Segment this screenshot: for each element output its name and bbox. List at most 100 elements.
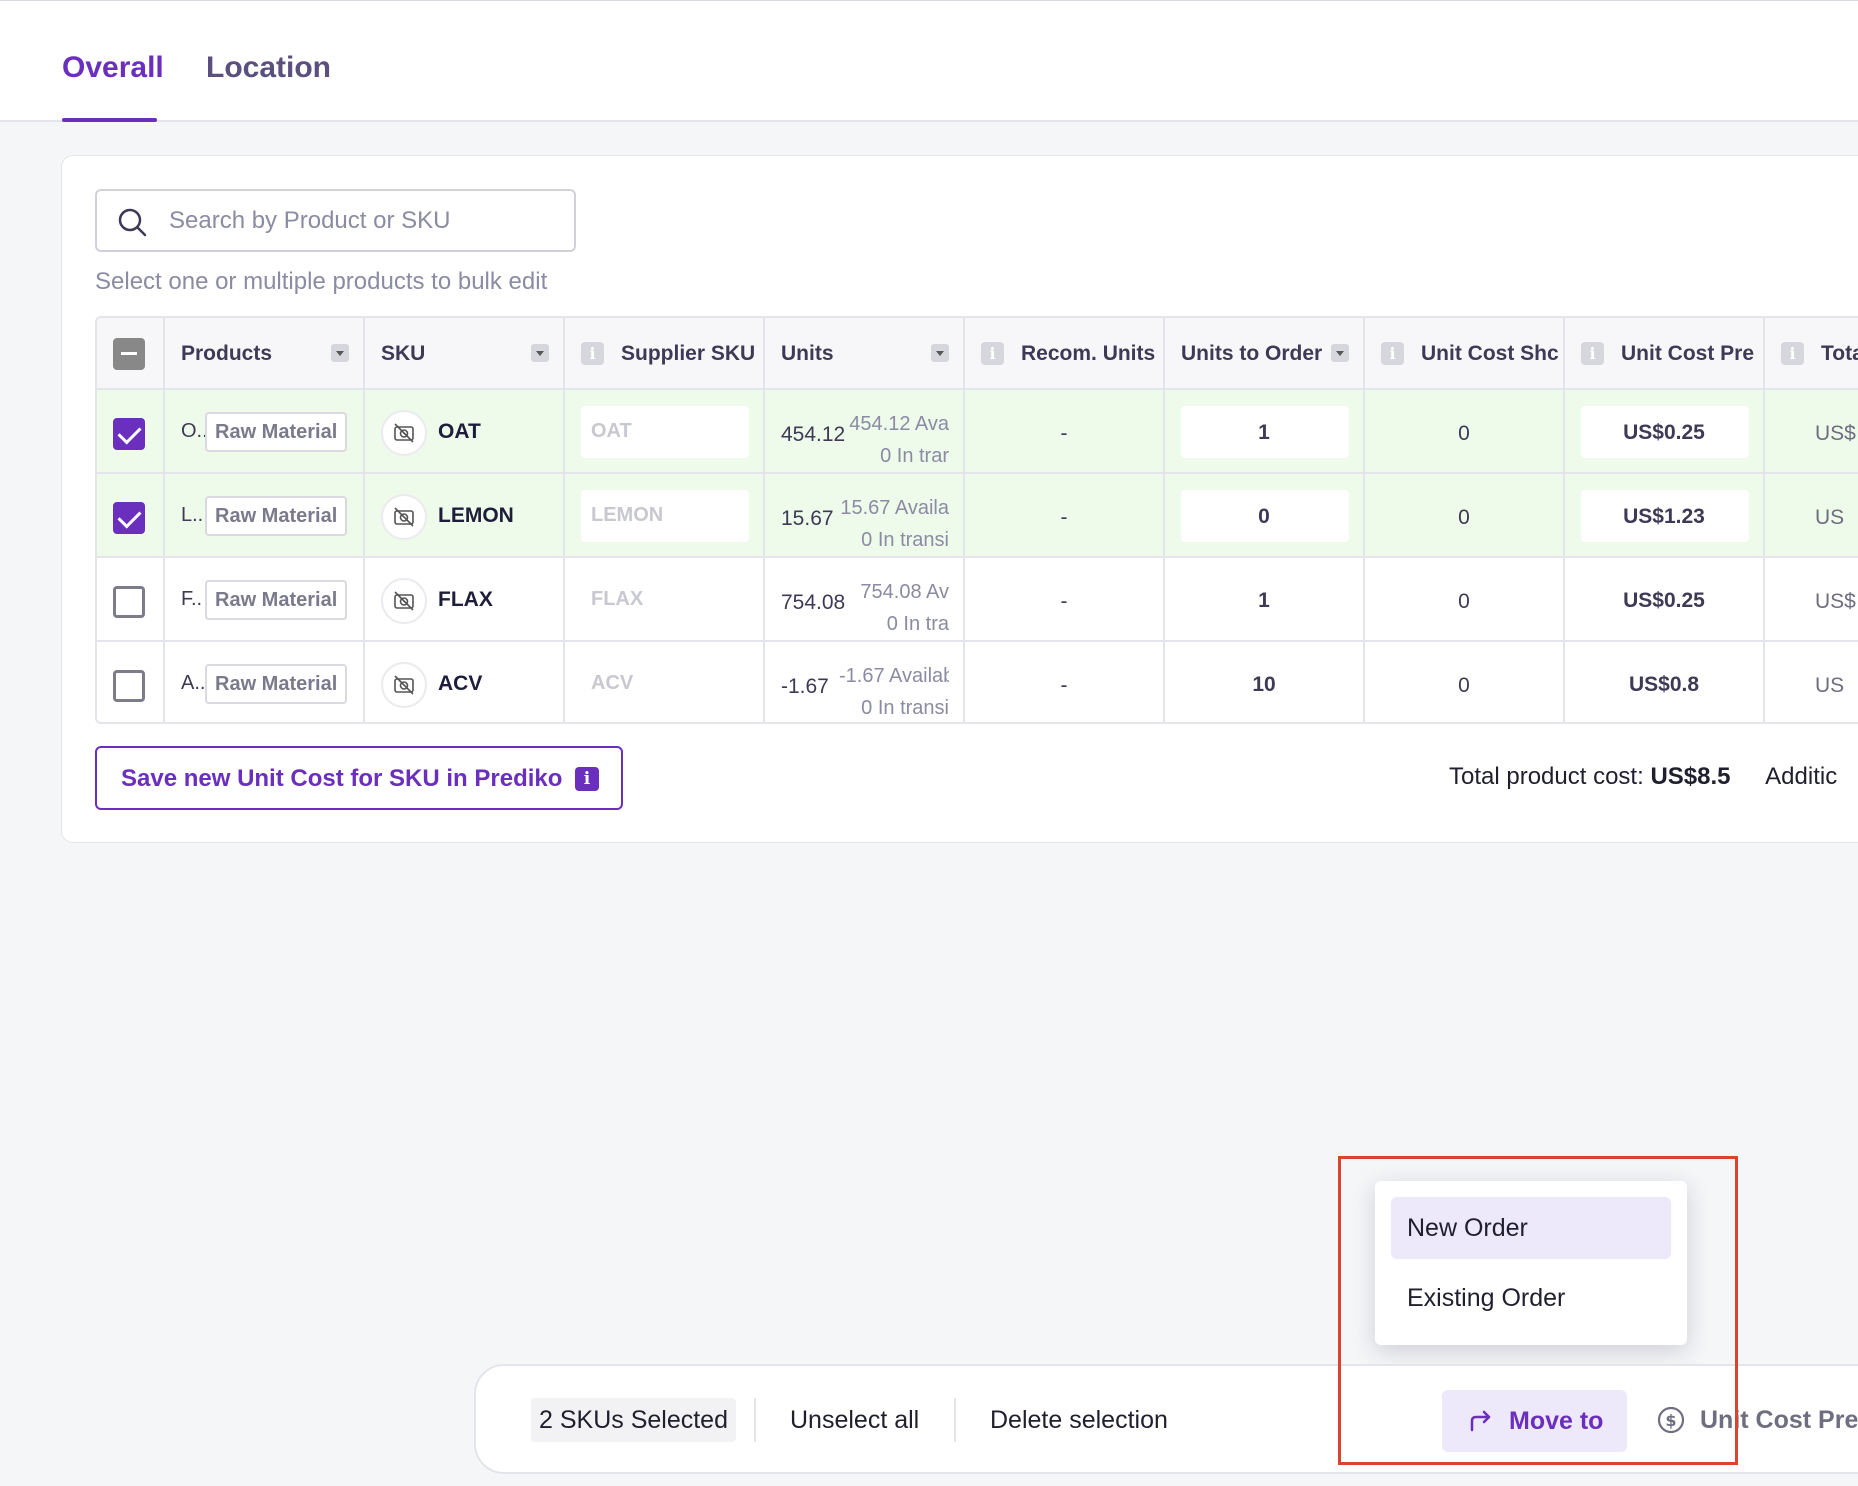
menu-item-existing-order[interactable]: Existing Order — [1391, 1267, 1671, 1329]
total-label: Total product cost: — [1449, 763, 1644, 790]
header-label: SKU — [381, 342, 426, 365]
row-checkbox[interactable] — [113, 418, 145, 450]
table-cell: US$0.25 — [1565, 390, 1765, 472]
table-cell: LEMON — [365, 474, 565, 556]
table-row[interactable]: A.. Raw Material ACV ACV -1.67 -1.67 Availab 0… — [97, 642, 1858, 722]
available-units: -1.67 Availab — [839, 665, 949, 687]
table-cell: 10 — [1165, 642, 1365, 722]
available-units: 754.08 Av — [860, 581, 949, 603]
units-to-order-value[interactable]: 1 — [1165, 421, 1363, 445]
search-input[interactable] — [169, 203, 559, 239]
table-cell — [97, 642, 165, 722]
table-cell: L.. Raw Material — [165, 474, 365, 556]
table-cell: LEMON — [565, 474, 765, 556]
product-name[interactable]: F.. — [181, 588, 202, 611]
table-cell: - — [965, 474, 1165, 556]
no-image-icon — [381, 578, 427, 624]
header-supplier-sku[interactable]: i Supplier SKU — [565, 318, 765, 390]
sku-code: OAT — [438, 420, 481, 443]
row-checkbox[interactable] — [113, 670, 145, 702]
sort-dropdown-icon[interactable] — [531, 344, 549, 362]
sku-code: ACV — [438, 672, 483, 695]
header-label: Units to Order — [1181, 342, 1323, 365]
header-unit-cost-prediko[interactable]: i Unit Cost Pre — [1565, 318, 1765, 390]
table-cell: 0 — [1165, 474, 1365, 556]
move-to-button[interactable]: Move to — [1442, 1390, 1627, 1452]
svg-text:$: $ — [1665, 1411, 1676, 1430]
tab-location[interactable]: Location — [206, 51, 331, 85]
info-icon[interactable]: i — [981, 342, 1004, 365]
selected-count-badge: 2 SKUs Selected — [531, 1398, 736, 1442]
sort-dropdown-icon[interactable] — [931, 344, 949, 362]
header-units-to-order[interactable]: Units to Order — [1165, 318, 1365, 390]
supplier-sku-value: FLAX — [591, 588, 644, 610]
in-transit-units: 0 In transi — [861, 529, 949, 551]
header-total[interactable]: i Tota — [1765, 318, 1858, 390]
units-value: -1.67 — [781, 675, 829, 698]
row-checkbox[interactable] — [113, 586, 145, 618]
unit-cost-shopify-value: 0 — [1458, 506, 1470, 529]
info-icon[interactable]: i — [575, 767, 599, 791]
table-cell: US$ — [1765, 558, 1858, 640]
header-units[interactable]: Units — [765, 318, 965, 390]
no-image-icon — [381, 410, 427, 456]
header-label: Recom. Units — [1021, 342, 1156, 365]
select-all-checkbox[interactable] — [113, 338, 145, 370]
header-label: Supplier SKU — [621, 342, 756, 365]
table-row[interactable]: O.. Raw Material OAT OAT 454.12 454.12 Ava 0 I… — [97, 390, 1858, 474]
forward-arrow-icon — [1470, 1410, 1491, 1432]
table-cell: F.. Raw Material — [165, 558, 365, 640]
header-recom-units[interactable]: i Recom. Units — [965, 318, 1165, 390]
info-icon[interactable]: i — [1781, 342, 1804, 365]
unit-cost-prediko-value: US$0.8 — [1628, 673, 1700, 696]
tab-overall[interactable]: Overall — [62, 51, 164, 85]
unit-cost-pred-label: Unit Cost Pred — [1700, 1406, 1858, 1434]
unselect-all-button[interactable]: Unselect all — [790, 1406, 919, 1435]
tab-bar: Overall Location — [0, 0, 1858, 122]
sort-dropdown-icon[interactable] — [1331, 344, 1349, 362]
row-checkbox[interactable] — [113, 502, 145, 534]
product-name[interactable]: L.. — [181, 504, 203, 527]
menu-item-new-order[interactable]: New Order — [1391, 1197, 1671, 1259]
table-cell: US$ — [1765, 390, 1858, 472]
table-cell — [97, 474, 165, 556]
sort-dropdown-icon[interactable] — [331, 344, 349, 362]
available-units: 15.67 Availa — [840, 497, 949, 519]
table-cell: 454.12 454.12 Ava 0 In trar — [765, 390, 965, 472]
total-value: US$8.5 — [1650, 763, 1731, 790]
info-icon[interactable]: i — [581, 342, 604, 365]
total-value: US — [1815, 674, 1845, 697]
divider — [754, 1398, 756, 1442]
table-cell: 0 — [1365, 558, 1565, 640]
info-icon[interactable]: i — [1581, 342, 1604, 365]
move-to-label: Move to — [1509, 1407, 1604, 1435]
units-to-order-value[interactable]: 0 — [1165, 505, 1363, 529]
table-header: Products SKU i Supplier SKU Units i Reco… — [97, 318, 1858, 390]
info-icon[interactable]: i — [1381, 342, 1404, 365]
product-name[interactable]: O.. — [181, 420, 208, 443]
total-value: US$ — [1815, 422, 1856, 445]
recom-units-value: - — [1060, 422, 1068, 445]
table-row[interactable]: F.. Raw Material FLAX FLAX 754.08 754.08 Av 0 … — [97, 558, 1858, 642]
header-label: Products — [181, 342, 273, 365]
total-product-cost: Total product cost: US$8.5 Additic — [1449, 763, 1837, 791]
header-sku[interactable]: SKU — [365, 318, 565, 390]
total-value: US — [1815, 506, 1845, 529]
table-cell: US$0.8 — [1565, 642, 1765, 722]
unit-cost-prediko-value[interactable]: US$1.23 — [1565, 505, 1763, 529]
header-products[interactable]: Products — [165, 318, 365, 390]
save-unit-cost-button[interactable]: Save new Unit Cost for SKU in Prediko i — [95, 746, 623, 810]
table-cell: 0 — [1365, 642, 1565, 722]
units-value: 754.08 — [781, 591, 846, 614]
unit-cost-prediko-value[interactable]: US$0.25 — [1565, 421, 1763, 445]
product-name[interactable]: A.. — [181, 672, 205, 695]
table-row[interactable]: L.. Raw Material LEMON LEMON 15.67 15.67 Avai… — [97, 474, 1858, 558]
units-breakdown: -1.67 Availab 0 In transi — [839, 660, 949, 722]
table-cell: US$1.23 — [1565, 474, 1765, 556]
sku-code: LEMON — [438, 504, 514, 527]
header-label: Unit Cost Shc — [1421, 342, 1559, 365]
delete-selection-button[interactable]: Delete selection — [990, 1406, 1168, 1435]
bulk-action-bar: 2 SKUs Selected Unselect all Delete sele… — [474, 1364, 1858, 1474]
header-unit-cost-shopify[interactable]: i Unit Cost Shc — [1365, 318, 1565, 390]
unit-cost-shopify-value: 0 — [1458, 674, 1470, 697]
